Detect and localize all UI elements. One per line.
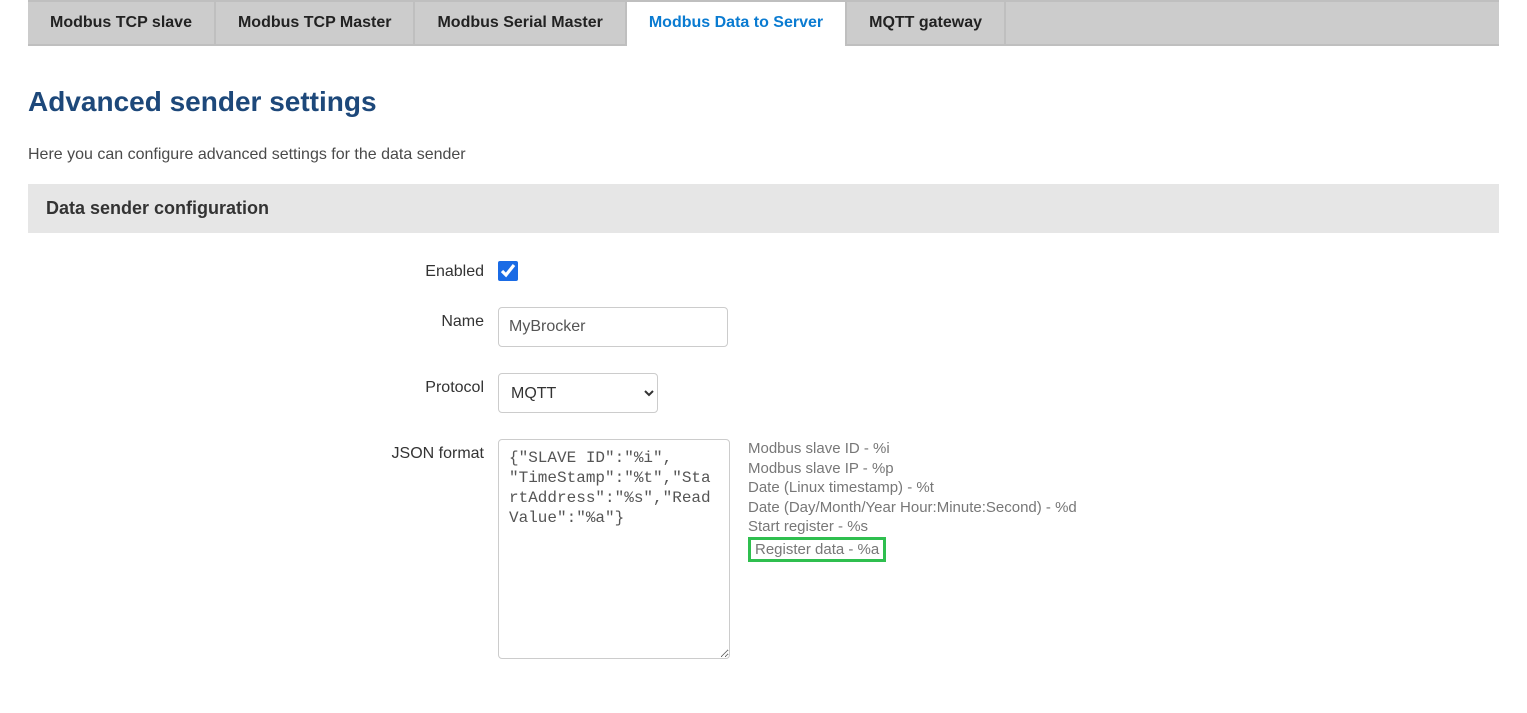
row-protocol: Protocol MQTT: [28, 373, 1499, 413]
hint-date-unix: Date (Linux timestamp) - %t: [748, 478, 1077, 498]
json-format-hints: Modbus slave ID - %i Modbus slave IP - %…: [748, 439, 1077, 562]
tab-modbus-tcp-master[interactable]: Modbus TCP Master: [216, 2, 416, 44]
hint-slave-ip: Modbus slave IP - %p: [748, 459, 1077, 479]
json-format-label: JSON format: [28, 439, 498, 463]
page-description: Here you can configure advanced settings…: [28, 146, 1499, 164]
row-name: Name: [28, 307, 1499, 347]
hint-register-data: Register data - %a: [748, 537, 886, 563]
page-title: Advanced sender settings: [28, 86, 1499, 118]
name-label: Name: [28, 307, 498, 331]
enabled-label: Enabled: [28, 257, 498, 281]
hint-slave-id: Modbus slave ID - %i: [748, 439, 1077, 459]
section-header: Data sender configuration: [28, 184, 1499, 233]
tab-strip: Modbus TCP slave Modbus TCP Master Modbu…: [28, 0, 1499, 46]
json-format-textarea[interactable]: [498, 439, 730, 659]
hint-date-human: Date (Day/Month/Year Hour:Minute:Second)…: [748, 498, 1077, 518]
tab-modbus-tcp-slave[interactable]: Modbus TCP slave: [28, 2, 216, 44]
tab-modbus-serial-master[interactable]: Modbus Serial Master: [415, 2, 626, 44]
protocol-label: Protocol: [28, 373, 498, 397]
tab-mqtt-gateway[interactable]: MQTT gateway: [847, 2, 1006, 44]
hint-start-reg: Start register - %s: [748, 517, 1077, 537]
enabled-checkbox[interactable]: [498, 261, 518, 281]
protocol-select[interactable]: MQTT: [498, 373, 658, 413]
row-enabled: Enabled: [28, 257, 1499, 281]
name-input[interactable]: [498, 307, 728, 347]
tab-modbus-data-to-server[interactable]: Modbus Data to Server: [627, 2, 847, 46]
row-json-format: JSON format Modbus slave ID - %i Modbus …: [28, 439, 1499, 659]
tab-spacer: [1006, 2, 1499, 44]
